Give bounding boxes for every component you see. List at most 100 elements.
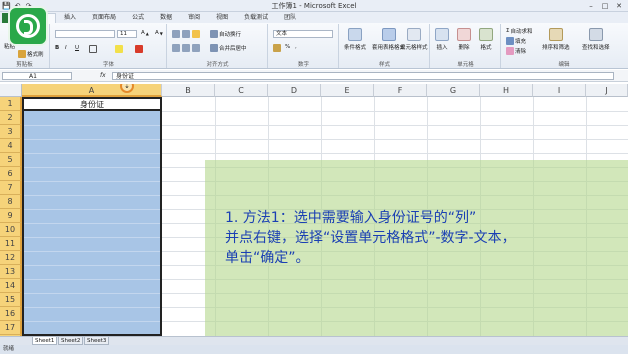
column-header-a[interactable]: A	[22, 84, 162, 97]
clear-label: 清除	[515, 49, 527, 55]
function-icon[interactable]: fx	[100, 72, 106, 79]
row-header[interactable]: 9	[0, 209, 22, 223]
tab-insert[interactable]: 插入	[56, 13, 84, 23]
comma-button[interactable]: ,	[295, 44, 297, 50]
row-header[interactable]: 1	[0, 97, 22, 111]
shrink-font-button[interactable]: A ▼	[155, 30, 163, 36]
row-header[interactable]: 3	[0, 125, 22, 139]
row-header[interactable]: 13	[0, 265, 22, 279]
tab-review[interactable]: 审阅	[180, 13, 208, 23]
autosum-button[interactable]: Σ 自动求和	[506, 27, 533, 35]
tab-load-test[interactable]: 负载测试	[236, 13, 276, 23]
format-label: 格式	[480, 45, 492, 51]
align-top-button[interactable]	[172, 30, 180, 38]
cell-divider	[24, 321, 160, 322]
row-header[interactable]: 7	[0, 181, 22, 195]
close-button[interactable]: ✕	[612, 0, 626, 11]
tab-formulas[interactable]: 公式	[124, 13, 152, 23]
format-painter-button[interactable]: 格式刷	[18, 50, 44, 58]
cell-divider	[24, 181, 160, 182]
font-name-combo[interactable]	[55, 30, 115, 38]
row-header[interactable]: 12	[0, 251, 22, 265]
sheet-tab-sheet1[interactable]: Sheet1	[32, 337, 58, 345]
column-header-j[interactable]: J	[586, 84, 628, 97]
format-icon	[479, 28, 493, 41]
row-header[interactable]: 6	[0, 167, 22, 181]
sheet-tab-sheet3[interactable]: Sheet3	[84, 337, 110, 345]
number-format-combo[interactable]: 文本	[273, 30, 333, 38]
wrap-label: 自动换行	[219, 32, 242, 38]
row-header[interactable]: 5	[0, 153, 22, 167]
find-select-button[interactable]: 查找和选择	[582, 28, 610, 51]
cell-styles-button[interactable]: 单元格样式	[400, 28, 428, 51]
column-header-c[interactable]: C	[215, 84, 268, 97]
column-header-i[interactable]: I	[533, 84, 586, 97]
formula-input[interactable]: 身份证	[112, 72, 614, 80]
number-group-label: 数字	[297, 62, 309, 68]
row-header[interactable]: 11	[0, 237, 22, 251]
minimize-button[interactable]: –	[584, 0, 598, 11]
column-header-g[interactable]: G	[427, 84, 480, 97]
sigma-icon: Σ	[506, 28, 510, 34]
column-header-d[interactable]: D	[268, 84, 321, 97]
fill-color-button[interactable]	[115, 45, 123, 53]
autosum-label: 自动求和	[510, 29, 533, 35]
maximize-button[interactable]: □	[598, 0, 612, 11]
align-center-button[interactable]	[182, 44, 190, 52]
sort-filter-button[interactable]: 排序和筛选	[542, 28, 570, 51]
column-header-e[interactable]: E	[321, 84, 374, 97]
cells-group-label: 单元格	[457, 62, 474, 68]
name-box[interactable]: A1	[2, 72, 72, 80]
percent-button[interactable]: %	[285, 44, 290, 50]
sort-label: 排序和筛选	[542, 45, 570, 51]
clear-button[interactable]: 清除	[506, 47, 526, 55]
row-header[interactable]: 2	[0, 111, 22, 125]
column-header-f[interactable]: F	[374, 84, 427, 97]
grow-font-button[interactable]: A ▲	[141, 30, 149, 36]
table-icon	[381, 28, 396, 41]
row-header[interactable]: 4	[0, 139, 22, 153]
border-button[interactable]	[89, 45, 97, 53]
font-size-combo[interactable]: 11	[117, 30, 137, 38]
insert-cells-button[interactable]: 插入	[435, 28, 449, 51]
tab-team[interactable]: 团队	[276, 13, 304, 23]
wrap-text-button[interactable]: 自动换行	[210, 30, 241, 38]
row-header[interactable]: 10	[0, 223, 22, 237]
align-bottom-button[interactable]	[192, 30, 200, 38]
selected-column-a[interactable]	[22, 97, 162, 336]
binoculars-icon	[588, 28, 603, 41]
tab-page-layout[interactable]: 页面布局	[84, 13, 124, 23]
logo-mark-icon	[16, 14, 40, 38]
row-header[interactable]: 8	[0, 195, 22, 209]
fill-color-icon	[115, 45, 123, 53]
align-right-button[interactable]	[192, 44, 200, 52]
sheet-tab-sheet2[interactable]: Sheet2	[58, 337, 84, 345]
conditional-format-button[interactable]: 条件格式	[344, 28, 366, 51]
merge-center-button[interactable]: 合并后居中	[210, 44, 247, 52]
group-editing: Σ 自动求和 填充 清除 排序和筛选 查找和选择 编辑	[502, 24, 626, 68]
fill-button[interactable]: 填充	[506, 37, 526, 45]
cell-divider	[24, 279, 160, 280]
delete-cells-button[interactable]: 删除	[457, 28, 471, 51]
group-cells: 插入 删除 格式 单元格	[431, 24, 501, 68]
cell-divider	[24, 307, 160, 308]
align-left-button[interactable]	[172, 44, 180, 52]
format-cells-button[interactable]: 格式	[479, 28, 493, 51]
font-color-button[interactable]	[135, 45, 143, 53]
underline-button[interactable]: U	[75, 45, 79, 51]
row-header[interactable]: 16	[0, 307, 22, 321]
currency-button[interactable]	[273, 44, 281, 52]
row-header[interactable]: 15	[0, 293, 22, 307]
row-header[interactable]: 17	[0, 321, 22, 335]
italic-button[interactable]: I	[65, 45, 67, 51]
group-font: 11 A ▲ A ▼ B I U 字体	[51, 24, 167, 68]
column-header-h[interactable]: H	[480, 84, 533, 97]
bold-button[interactable]: B	[55, 45, 59, 51]
column-header-b[interactable]: B	[162, 84, 215, 97]
tab-data[interactable]: 数据	[152, 13, 180, 23]
tab-view[interactable]: 视图	[208, 13, 236, 23]
cell-a1[interactable]: 身份证	[22, 97, 162, 111]
align-middle-button[interactable]	[182, 30, 190, 38]
select-all-corner[interactable]	[0, 84, 22, 97]
row-header[interactable]: 14	[0, 279, 22, 293]
